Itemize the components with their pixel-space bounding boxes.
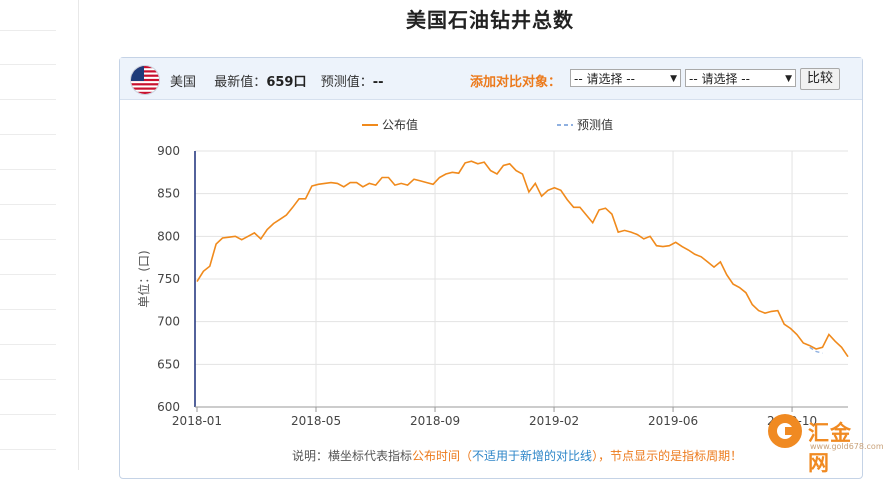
y-axis-label: 单位：(口) [136,250,151,307]
y-tick-label: 700 [157,315,180,329]
y-tick-label: 850 [157,187,180,201]
note-paren-open: （ [460,449,473,463]
series-line-published [196,160,849,358]
note-not-applicable: 不适用于新增的对比线 [472,449,593,463]
x-tick-label: 2018-05 [291,414,341,428]
chart-note: 说明：横坐标代表指标公布时间（不适用于新增的对比线），节点显示的是指标周期！ [292,447,742,464]
y-tick-label: 650 [157,357,180,371]
y-tick-label: 750 [157,272,180,286]
legend-label: 公布值 [382,117,418,132]
line-chart: 600 650 700 750 800 850 900 2018-01 2018-05 2018-… [136,117,849,428]
y-tick-label: 800 [157,229,180,243]
note-suffix: ！ [730,449,743,463]
note-publish-time: 公布时间 [412,449,461,463]
note-paren-close: ），节点显示的是 [592,449,683,463]
site-logo: 汇金网 www.gold678.com [768,414,884,475]
logo-url: www.gold678.com [810,442,884,451]
note-prefix: 说明：横坐标代表指标 [292,449,413,463]
y-tick-label: 900 [157,144,180,158]
x-tick-label: 2019-06 [648,414,698,428]
x-tick-label: 2018-01 [172,414,222,428]
legend-label: 预测值 [577,117,613,132]
y-tick-label: 600 [157,400,180,414]
x-tick-label: 2019-02 [529,414,579,428]
logo-icon [768,414,802,448]
note-period: 指标周期 [682,449,731,463]
x-tick-label: 2018-09 [410,414,460,428]
